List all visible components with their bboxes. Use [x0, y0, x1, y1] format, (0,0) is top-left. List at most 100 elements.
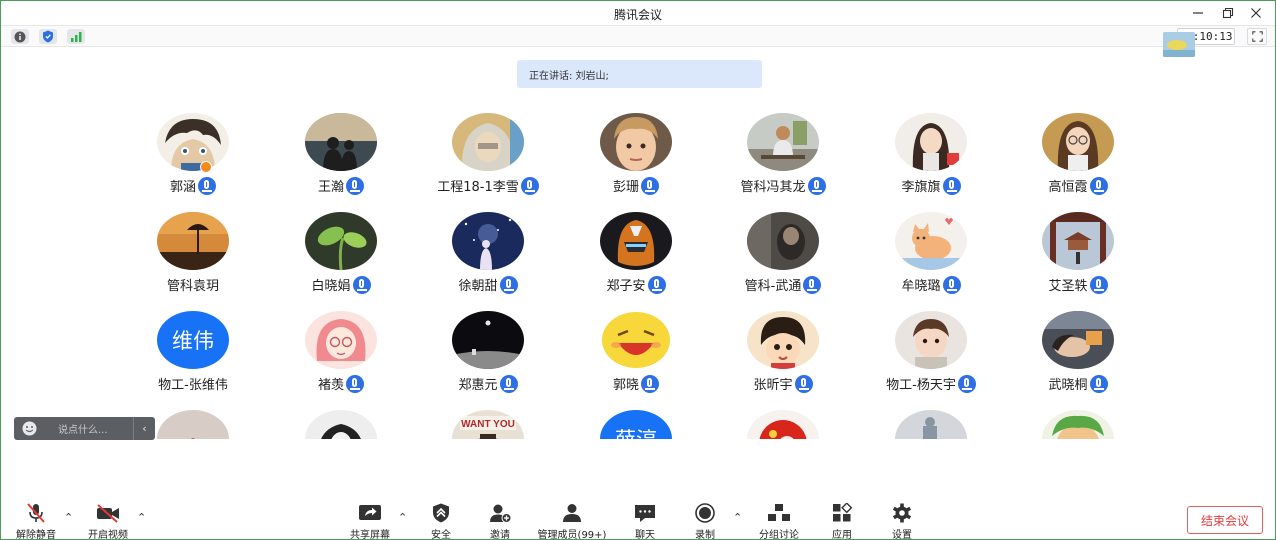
avatar — [1042, 113, 1114, 171]
participant-name-line: 郭涵 — [119, 176, 267, 195]
avatar — [747, 311, 819, 369]
participant-name-line: 管科冯其龙 — [709, 176, 857, 195]
participant-name: 张昕宇 — [753, 378, 793, 393]
microphone-icon — [198, 177, 216, 195]
curly-hair-drawing-avatar-image — [305, 410, 377, 439]
participant-tile[interactable]: 武晓桐 — [1004, 311, 1152, 401]
avatar — [600, 113, 672, 171]
avatar — [600, 212, 672, 270]
participant-name-line: 物工-张维伟 — [119, 374, 267, 393]
person-on-bench-avatar-image — [747, 113, 819, 171]
participant-name-line: 牟晓璐 — [857, 275, 1005, 294]
video-options-caret[interactable]: ⌃ — [137, 511, 146, 524]
participant-name-line: 郑惠元 — [414, 374, 562, 393]
share-screen-button[interactable]: 共享屏幕 — [335, 501, 405, 539]
participant-tile[interactable]: 褚羡 — [267, 311, 415, 401]
collapse-chat-button[interactable]: ‹ — [133, 417, 155, 440]
participant-tile[interactable]: 管科袁玥 — [119, 212, 267, 302]
participant-tile[interactable]: 牟晓璐 — [857, 212, 1005, 302]
participant-tile[interactable]: 管科-武通 — [709, 212, 857, 302]
participant-tile[interactable]: 高恒霞 — [1004, 113, 1152, 203]
microphone-icon — [499, 375, 518, 393]
settings-button[interactable]: 设置 — [867, 501, 937, 539]
gray-figure-avatar-image — [895, 410, 967, 439]
microphone-icon — [942, 276, 961, 294]
shield-icon — [433, 503, 449, 523]
participant-tile[interactable] — [1004, 410, 1152, 439]
green-cartoon-avatar-image — [1042, 410, 1114, 439]
breakout-button[interactable]: 分组讨论 — [744, 501, 814, 539]
start-video-button[interactable]: 开启视频 — [73, 501, 143, 539]
participant-name: 白晓娟 — [311, 279, 351, 294]
participant-tile[interactable]: 徐朝甜 — [414, 212, 562, 302]
participant-name: 管科冯其龙 — [740, 180, 806, 195]
participant-tile[interactable] — [857, 410, 1005, 439]
participant-tile[interactable]: 郑惠元 — [414, 311, 562, 401]
microphone-icon — [942, 177, 961, 195]
avatar — [747, 113, 819, 171]
emoji-button[interactable] — [14, 417, 44, 440]
record-options-caret[interactable]: ⌃ — [733, 511, 742, 524]
avatar — [1042, 311, 1114, 369]
avatar — [305, 410, 377, 439]
participant-tile[interactable]: 管科冯其龙 — [709, 113, 857, 203]
microphone-icon — [794, 375, 813, 393]
participant-tile[interactable]: 工程18-1李雪 — [414, 113, 562, 203]
pink-girl-drawing-avatar-image — [305, 311, 377, 369]
hooded-person-avatar-image — [452, 113, 524, 171]
avatar — [747, 212, 819, 270]
participant-name-line: 武晓桐 — [1004, 374, 1152, 393]
invite-label: 邀请 — [490, 530, 510, 540]
microphone-icon — [647, 276, 666, 294]
participant-tile[interactable]: 李旗旗 — [857, 113, 1005, 203]
microphone-icon — [1089, 375, 1108, 393]
participant-name-line: 管科-武通 — [709, 275, 857, 294]
participant-tile[interactable]: WANT YOU — [414, 410, 562, 439]
participant-name: 郭晓 — [612, 378, 639, 393]
participant-tile[interactable] — [267, 410, 415, 439]
participant-tile[interactable]: 彭珊 — [562, 113, 710, 203]
participant-name-line: 彭珊 — [562, 176, 710, 195]
audio-options-caret[interactable]: ⌃ — [64, 511, 73, 524]
participant-tile[interactable]: 艾圣轶 — [1004, 212, 1152, 302]
chevron-up-icon: ⌃ — [64, 511, 74, 524]
participant-name: 工程18-1李雪 — [437, 180, 519, 195]
record-button[interactable]: 录制 — [670, 501, 740, 539]
end-meeting-button[interactable]: 结束会议 — [1187, 506, 1263, 534]
participant-tile[interactable]: 物工-杨天宇 — [857, 311, 1005, 401]
toddler-avatar-image — [895, 311, 967, 369]
share-screen-icon — [359, 505, 381, 520]
sign-photo-avatar-image: WANT YOU — [452, 410, 524, 439]
record-icon — [695, 503, 715, 523]
participant-tile[interactable]: 郭晓 — [562, 311, 710, 401]
participant-name: 物工-杨天宇 — [886, 378, 956, 393]
avatar — [452, 113, 524, 171]
participant-tile[interactable]: 薛淳 — [562, 410, 710, 439]
avatar — [747, 410, 819, 439]
participant-tile[interactable]: 张昕宇 — [709, 311, 857, 401]
participant-name-line: 管科袁玥 — [119, 275, 267, 294]
start-video-label: 开启视频 — [88, 530, 128, 540]
participant-tile[interactable]: 郭涵 — [119, 113, 267, 203]
add-user-icon — [490, 504, 512, 523]
temple-gate-avatar-image — [1042, 212, 1114, 270]
invite-button[interactable]: 邀请 — [465, 501, 535, 539]
unmute-button[interactable]: 解除静音 — [1, 501, 71, 539]
chat-input[interactable]: 说点什么... — [44, 421, 133, 436]
participant-tile[interactable]: 维伟 物工-张维伟 — [119, 311, 267, 401]
participant-name-line: 褚羡 — [267, 374, 415, 393]
participant-name: 高恒霞 — [1048, 180, 1088, 195]
participant-tile[interactable]: 郑子安 — [562, 212, 710, 302]
avatar — [895, 212, 967, 270]
manage-members-button[interactable]: 管理成员(99+) — [537, 501, 607, 539]
participant-name: 郑子安 — [606, 279, 646, 294]
host-badge-icon — [200, 161, 212, 173]
participant-tile[interactable]: 王瀚 — [267, 113, 415, 203]
record-label: 录制 — [695, 530, 715, 540]
participant-tile[interactable]: 白晓娟 — [267, 212, 415, 302]
participant-name-line: 郭晓 — [562, 374, 710, 393]
participant-tile[interactable] — [709, 410, 857, 439]
moon-scene-avatar-image — [452, 311, 524, 369]
participant-name-line: 艾圣轶 — [1004, 275, 1152, 294]
microphone-icon — [1089, 276, 1108, 294]
